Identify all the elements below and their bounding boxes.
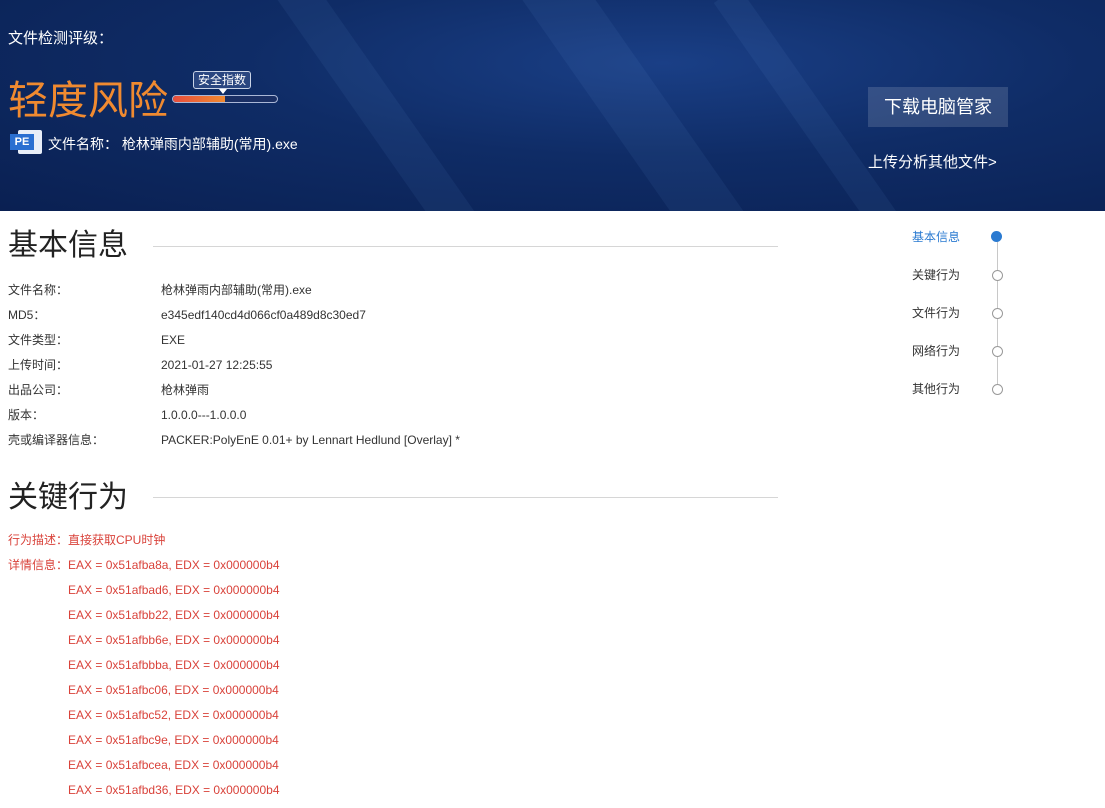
info-value: 枪林弹雨 — [161, 383, 210, 397]
banner-file-name-label: 文件名称： — [48, 136, 118, 152]
banner-file-name-value: 枪林弹雨内部辅助(常用).exe — [121, 136, 298, 152]
section-title-key-behavior: 关键行为 — [8, 480, 128, 515]
banner-file-name: 文件名称： 枪林弹雨内部辅助(常用).exe — [48, 134, 298, 154]
behavior-description-value: 直接获取CPU时钟 — [68, 533, 166, 547]
side-nav-dot[interactable] — [991, 231, 1002, 242]
section-divider — [153, 497, 778, 498]
section-divider — [153, 246, 778, 247]
pe-badge: PE — [10, 134, 34, 150]
side-nav-item[interactable]: 基本信息 — [912, 229, 960, 245]
info-label: 文件类型： — [8, 333, 69, 347]
side-nav-dot[interactable] — [992, 384, 1003, 395]
behavior-detail-line: EAX = 0x51afbc52, EDX = 0x000000b4 — [68, 708, 279, 722]
behavior-detail-line: EAX = 0x51afbbba, EDX = 0x000000b4 — [68, 658, 280, 672]
info-value: PACKER:PolyEnE 0.01+ by Lennart Hedlund … — [161, 433, 460, 447]
side-nav-item[interactable]: 文件行为 — [912, 305, 960, 321]
safety-index-tag: 安全指数 — [193, 71, 252, 94]
safety-index-fill — [173, 96, 225, 102]
info-value: e345edf140cd4d066cf0a489d8c30ed7 — [161, 308, 366, 322]
info-label: 出品公司： — [8, 383, 69, 397]
behavior-detail-line: EAX = 0x51afbd36, EDX = 0x000000b4 — [68, 783, 280, 797]
behavior-detail-line: EAX = 0x51afbc06, EDX = 0x000000b4 — [68, 683, 279, 697]
side-nav-item[interactable]: 其他行为 — [912, 381, 960, 397]
side-nav-dot[interactable] — [992, 308, 1003, 319]
info-label: 壳或编译器信息： — [8, 433, 105, 447]
side-nav-item[interactable]: 网络行为 — [912, 343, 960, 359]
info-label: 上传时间： — [8, 358, 69, 372]
behavior-detail-line: EAX = 0x51afbc9e, EDX = 0x000000b4 — [68, 733, 279, 747]
rating-label: 文件检测评级： — [8, 30, 114, 47]
pe-file-icon: PE — [10, 130, 42, 154]
behavior-detail-label: 详情信息： — [8, 558, 69, 572]
side-nav-item[interactable]: 关键行为 — [912, 267, 960, 283]
report-banner: 文件检测评级： 轻度风险 安全指数 PE 文件名称： 枪林弹雨内部辅助(常用).… — [0, 0, 1105, 211]
safety-index-bar — [172, 95, 278, 103]
behavior-detail-line: EAX = 0x51afbcea, EDX = 0x000000b4 — [68, 758, 279, 772]
side-nav-dot[interactable] — [992, 270, 1003, 281]
behavior-description: 行为描述：直接获取CPU时钟 — [8, 530, 165, 550]
side-nav-dot[interactable] — [992, 346, 1003, 357]
info-value: EXE — [161, 333, 186, 347]
info-value: 2021-01-27 12:25:55 — [161, 358, 273, 372]
info-label: 文件名称： — [8, 283, 69, 297]
behavior-detail-line: EAX = 0x51afba8a, EDX = 0x000000b4 — [68, 558, 280, 572]
behavior-detail-line: EAX = 0x51afbb6e, EDX = 0x000000b4 — [68, 633, 280, 647]
info-value: 枪林弹雨内部辅助(常用).exe — [161, 283, 312, 297]
upload-other-file-link[interactable]: 上传分析其他文件> — [868, 151, 997, 172]
behavior-detail-line: EAX = 0x51afbad6, EDX = 0x000000b4 — [68, 583, 280, 597]
behavior-detail-line: EAX = 0x51afbb22, EDX = 0x000000b4 — [68, 608, 280, 622]
section-title-basic-info: 基本信息 — [8, 228, 128, 263]
download-pc-manager-button[interactable]: 下载电脑管家 — [868, 87, 1008, 127]
info-label: 版本： — [8, 408, 45, 422]
risk-level: 轻度风险 — [8, 78, 168, 124]
behavior-description-label: 行为描述： — [8, 533, 69, 547]
info-value: 1.0.0.0---1.0.0.0 — [161, 408, 247, 422]
info-label: MD5： — [8, 308, 46, 322]
